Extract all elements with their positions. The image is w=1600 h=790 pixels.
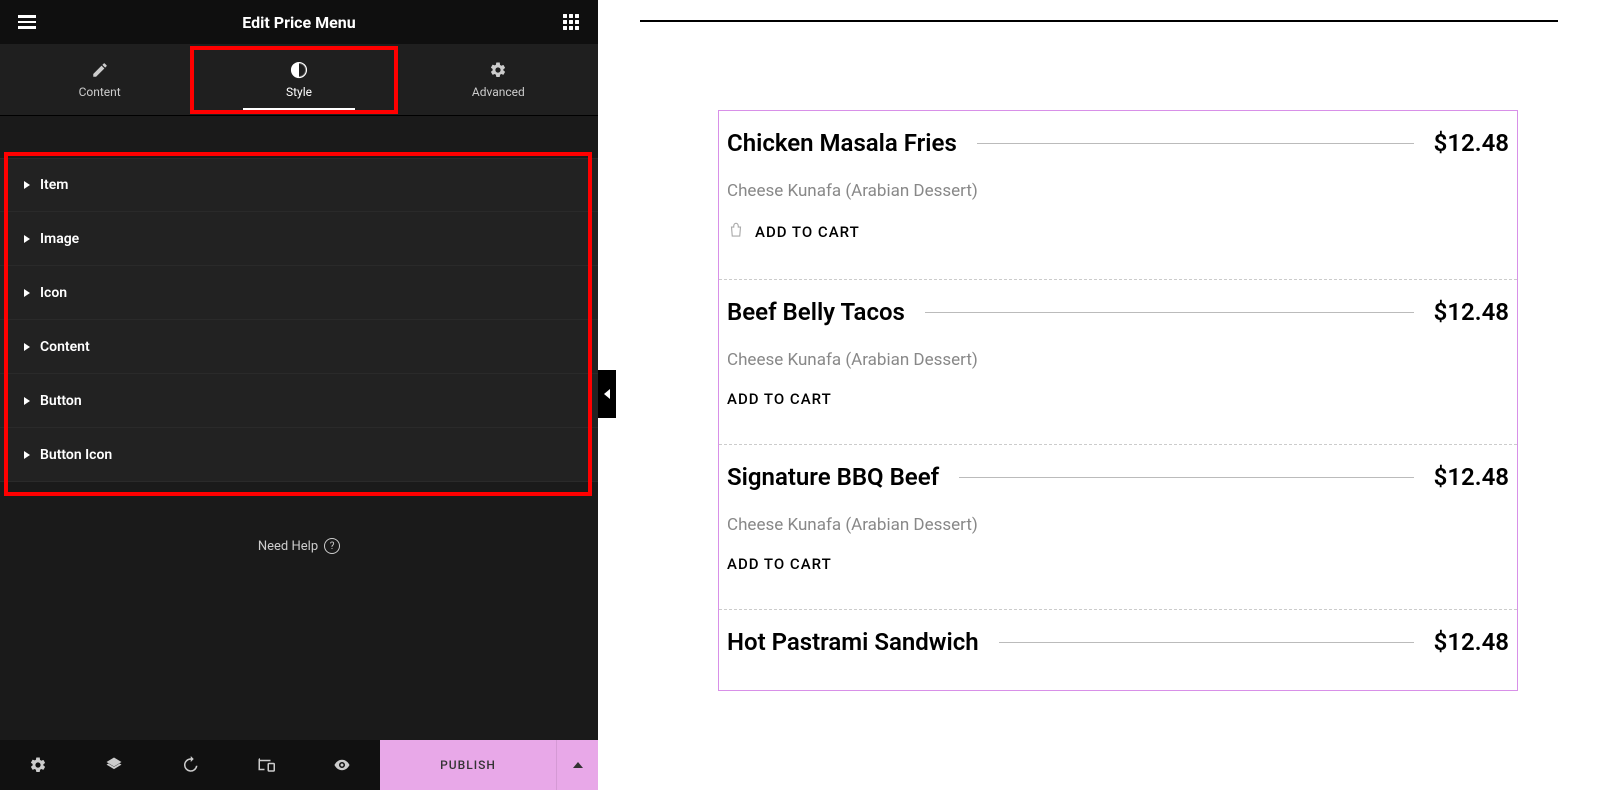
- settings-button[interactable]: [0, 756, 76, 774]
- menu-item-name: Chicken Masala Fries: [727, 129, 957, 157]
- menu-item-name: Beef Belly Tacos: [727, 298, 905, 326]
- menu-item-description: Cheese Kunafa (Arabian Dessert): [727, 515, 1509, 535]
- menu-item-price: $12.48: [1434, 129, 1509, 157]
- pencil-icon: [91, 61, 109, 79]
- separator-line: [959, 477, 1413, 478]
- history-icon: [181, 756, 199, 774]
- menu-item-description: Cheese Kunafa (Arabian Dessert): [727, 350, 1509, 370]
- section-label: Button: [40, 393, 82, 409]
- cart-icon: [727, 221, 745, 243]
- section-button[interactable]: Button: [0, 374, 598, 428]
- separator-line: [977, 143, 1414, 144]
- chevron-left-icon: [604, 389, 610, 399]
- section-button-icon[interactable]: Button Icon: [0, 428, 598, 482]
- separator-line: [925, 312, 1414, 313]
- devices-icon: [257, 756, 275, 774]
- tab-content[interactable]: Content: [0, 44, 199, 115]
- menu-item: Chicken Masala Fries $12.48 Cheese Kunaf…: [719, 111, 1517, 280]
- responsive-button[interactable]: [228, 756, 304, 774]
- contrast-icon: [290, 61, 308, 79]
- section-item[interactable]: Item: [0, 158, 598, 212]
- menu-icon[interactable]: [16, 11, 38, 33]
- gear-icon: [489, 61, 507, 79]
- editor-title: Edit Price Menu: [242, 13, 355, 32]
- editor-footer: PUBLISH: [0, 740, 598, 790]
- navigator-button[interactable]: [76, 756, 152, 774]
- publish-button[interactable]: PUBLISH: [380, 740, 556, 790]
- menu-item-name: Signature BBQ Beef: [727, 463, 939, 491]
- add-to-cart-label: ADD TO CART: [727, 555, 832, 573]
- menu-item: Hot Pastrami Sandwich $12.48: [719, 610, 1517, 690]
- editor-tabs: Content Style Advanced: [0, 44, 598, 116]
- menu-item-price: $12.48: [1434, 628, 1509, 656]
- caret-right-icon: [24, 289, 30, 297]
- preview-button[interactable]: [304, 756, 380, 774]
- collapse-panel-button[interactable]: [598, 370, 616, 418]
- caret-right-icon: [24, 343, 30, 351]
- editor-sidebar: Edit Price Menu Content Style Advanced I…: [0, 0, 598, 790]
- menu-item: Beef Belly Tacos $12.48 Cheese Kunafa (A…: [719, 280, 1517, 445]
- tab-advanced[interactable]: Advanced: [399, 44, 598, 115]
- layers-icon: [105, 756, 123, 774]
- editor-header: Edit Price Menu: [0, 0, 598, 44]
- menu-item-description: Cheese Kunafa (Arabian Dessert): [727, 181, 1509, 201]
- add-to-cart-button[interactable]: ADD TO CART: [727, 221, 1509, 243]
- page-divider: [640, 20, 1558, 22]
- tab-style[interactable]: Style: [199, 44, 398, 115]
- add-to-cart-button[interactable]: ADD TO CART: [727, 555, 1509, 573]
- caret-right-icon: [24, 181, 30, 189]
- separator-line: [999, 642, 1414, 643]
- section-label: Icon: [40, 285, 67, 301]
- menu-item-price: $12.48: [1434, 298, 1509, 326]
- section-label: Image: [40, 231, 79, 247]
- footer-toolbar: [0, 740, 380, 790]
- menu-item-name: Hot Pastrami Sandwich: [727, 628, 979, 656]
- add-to-cart-label: ADD TO CART: [727, 390, 832, 408]
- menu-item-price: $12.48: [1434, 463, 1509, 491]
- gear-icon: [29, 756, 47, 774]
- caret-right-icon: [24, 451, 30, 459]
- section-label: Button Icon: [40, 447, 112, 463]
- menu-item: Signature BBQ Beef $12.48 Cheese Kunafa …: [719, 445, 1517, 610]
- section-icon[interactable]: Icon: [0, 266, 598, 320]
- section-image[interactable]: Image: [0, 212, 598, 266]
- add-to-cart-label: ADD TO CART: [755, 223, 860, 241]
- tab-label: Content: [79, 85, 121, 99]
- publish-label: PUBLISH: [440, 758, 496, 772]
- section-label: Item: [40, 177, 68, 193]
- tab-label: Style: [286, 85, 312, 99]
- caret-right-icon: [24, 235, 30, 243]
- publish-options-button[interactable]: [556, 740, 598, 790]
- add-to-cart-button[interactable]: ADD TO CART: [727, 390, 1509, 408]
- tab-label: Advanced: [472, 85, 525, 99]
- section-label: Content: [40, 339, 90, 355]
- eye-icon: [333, 756, 351, 774]
- chevron-up-icon: [573, 762, 583, 768]
- history-button[interactable]: [152, 756, 228, 774]
- preview-canvas: Chicken Masala Fries $12.48 Cheese Kunaf…: [598, 0, 1600, 790]
- need-help-link[interactable]: Need Help ?: [0, 482, 598, 610]
- need-help-label: Need Help: [258, 539, 318, 554]
- style-sections-list: Item Image Icon Content Button Button Ic…: [0, 116, 598, 740]
- section-content[interactable]: Content: [0, 320, 598, 374]
- price-menu-widget[interactable]: Chicken Masala Fries $12.48 Cheese Kunaf…: [718, 110, 1518, 691]
- caret-right-icon: [24, 397, 30, 405]
- help-icon: ?: [324, 538, 340, 554]
- apps-grid-icon[interactable]: [560, 11, 582, 33]
